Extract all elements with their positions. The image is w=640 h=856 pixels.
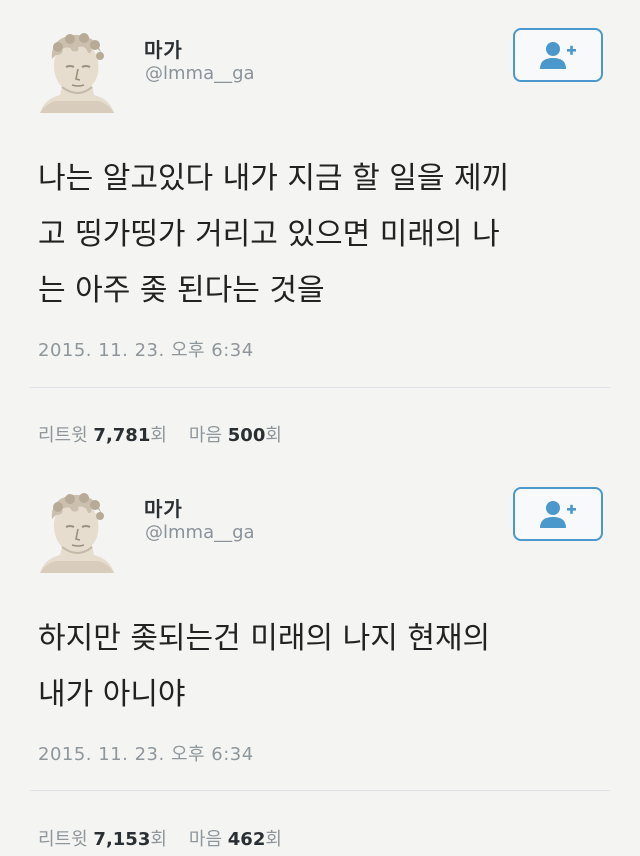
- tweet-text-line: 내가 아니야: [38, 677, 186, 712]
- tweet-text-line: 는 아주 좆 된다는 것을: [38, 273, 325, 308]
- add-user-icon: [540, 42, 576, 69]
- divider: [30, 387, 610, 388]
- retweet-label[interactable]: 리트윗: [38, 829, 88, 850]
- bust-statue-icon: [40, 33, 114, 113]
- like-label[interactable]: 마음: [189, 425, 222, 446]
- tweet-stats: 리트윗 7,153회 마음 462회: [38, 825, 282, 851]
- tweet-text-line: 나는 알고있다 내가 지금 할 일을 제끼: [38, 161, 510, 196]
- display-name[interactable]: 마가: [144, 493, 183, 522]
- like-label[interactable]: 마음: [189, 829, 222, 850]
- tweet-text-line: 고 띵가띵가 거리고 있으면 미래의 나: [38, 217, 500, 252]
- username[interactable]: @lmma__ga: [145, 522, 255, 543]
- retweet-count[interactable]: 7,781: [93, 425, 150, 446]
- follow-button[interactable]: [513, 487, 603, 541]
- avatar[interactable]: [32, 25, 122, 117]
- divider: [30, 790, 610, 791]
- avatar[interactable]: [32, 485, 122, 577]
- retweet-unit: 회: [150, 829, 167, 850]
- follow-button[interactable]: [513, 28, 603, 82]
- retweet-unit: 회: [150, 425, 167, 446]
- like-unit: 회: [265, 829, 282, 850]
- timestamp[interactable]: 2015. 11. 23. 오후 6:34: [38, 740, 254, 766]
- display-name[interactable]: 마가: [144, 34, 183, 63]
- like-unit: 회: [265, 425, 282, 446]
- like-count[interactable]: 500: [228, 425, 266, 446]
- tweet-card: 마가 @lmma__ga 나는 알고있다 내가 지금 할 일을 제끼 고 띵가띵…: [0, 0, 640, 468]
- bust-statue-icon: [40, 493, 114, 573]
- tweet-stats: 리트윗 7,781회 마음 500회: [38, 421, 282, 447]
- retweet-count[interactable]: 7,153: [93, 829, 150, 850]
- tweet-text-line: 하지만 좆되는건 미래의 나지 현재의: [38, 621, 491, 656]
- tweet-text: 나는 알고있다 내가 지금 할 일을 제끼 고 띵가띵가 거리고 있으면 미래의…: [38, 151, 612, 319]
- retweet-label[interactable]: 리트윗: [38, 425, 88, 446]
- like-count[interactable]: 462: [228, 829, 266, 850]
- timestamp[interactable]: 2015. 11. 23. 오후 6:34: [38, 336, 254, 362]
- username[interactable]: @lmma__ga: [145, 63, 255, 84]
- add-user-icon: [540, 501, 576, 528]
- tweet-text: 하지만 좆되는건 미래의 나지 현재의 내가 아니야: [38, 611, 612, 723]
- tweet-card: 마가 @lmma__ga 하지만 좆되는건 미래의 나지 현재의 내가 아니야 …: [0, 468, 640, 856]
